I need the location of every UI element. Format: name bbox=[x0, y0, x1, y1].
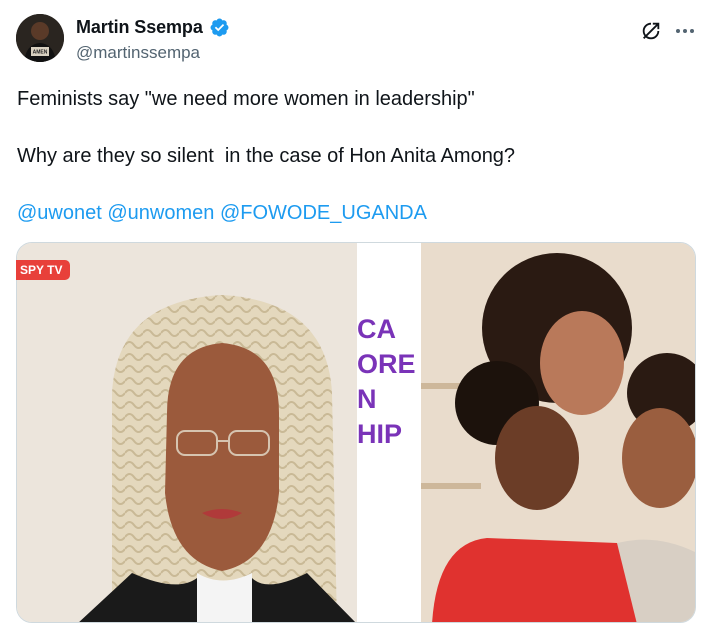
banner-line: ORE bbox=[357, 349, 416, 379]
banner-line: N bbox=[357, 384, 377, 414]
media-banner-text: CA ORE N HIP bbox=[357, 312, 419, 452]
avatar[interactable]: AMEN bbox=[16, 14, 64, 62]
verified-badge-icon[interactable] bbox=[209, 17, 230, 38]
more-button[interactable] bbox=[670, 16, 700, 46]
more-icon bbox=[676, 29, 694, 33]
author-name[interactable]: Martin Ssempa bbox=[76, 17, 203, 38]
tweet-mentions: @uwonet @unwomen @FOWODE_UGANDA bbox=[17, 202, 427, 225]
tweet-text-line-1: Feminists say "we need more women in lea… bbox=[17, 88, 475, 110]
banner-line: HIP bbox=[357, 419, 403, 449]
spy-tv-badge: SPY TV bbox=[16, 260, 71, 280]
avatar-image: AMEN bbox=[16, 14, 64, 62]
mention-fowode-uganda[interactable]: @FOWODE_UGANDA bbox=[220, 202, 427, 224]
grok-icon bbox=[642, 22, 660, 40]
mention-uwonet[interactable]: @uwonet bbox=[17, 202, 102, 224]
tweet-text-line-2: Why are they so silent in the case of Ho… bbox=[17, 145, 516, 167]
author-handle[interactable]: @martinssempa bbox=[76, 43, 200, 63]
grok-button[interactable] bbox=[636, 16, 666, 46]
tweet-media[interactable] bbox=[16, 242, 696, 623]
banner-line: CA bbox=[357, 314, 396, 344]
mention-unwomen[interactable]: @unwomen bbox=[107, 202, 214, 224]
tweet-card[interactable]: AMEN Martin Ssempa @martinssempa Feminis… bbox=[0, 0, 714, 631]
svg-text:AMEN: AMEN bbox=[33, 50, 48, 56]
